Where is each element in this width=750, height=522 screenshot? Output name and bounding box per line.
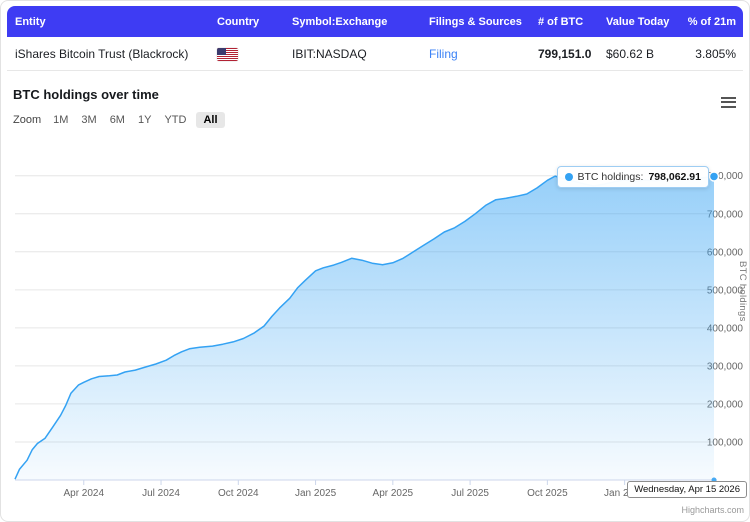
svg-text:Apr 2025: Apr 2025 [373,488,414,499]
btc-count-value: 799,151.0 [538,46,592,61]
zoom-1y-button[interactable]: 1Y [135,112,154,128]
series-marker-icon [565,173,574,181]
tooltip-label: BTC holdings: [577,171,644,183]
col-num-btc: # of BTC [538,15,584,28]
symbol-exchange-value: IBIT:NASDAQ [292,46,367,61]
country-cell [209,46,284,61]
chart-tooltip: BTC holdings: 798,062.91 [557,166,709,188]
svg-text:Jul 2024: Jul 2024 [142,488,180,499]
chart-context-menu-icon[interactable] [721,94,736,110]
col-value-today: Value Today [606,15,670,28]
menu-bar [721,105,736,108]
col-entity: Entity [15,15,46,28]
chart-title: BTC holdings over time [13,87,159,102]
col-country: Country [217,15,260,28]
svg-text:Jul 2025: Jul 2025 [451,488,489,499]
menu-bar [721,101,736,103]
filing-link[interactable]: Filing [429,47,458,61]
col-symbol-exchange: Symbol:Exchange [292,15,388,28]
flag-canton [217,47,226,55]
btc-holdings-area-chart[interactable]: 100,000200,000300,000400,000500,000600,0… [1,136,750,522]
svg-text:Jan 2025: Jan 2025 [295,488,337,499]
col-filings-sources: Filings & Sources [429,15,522,28]
table-header-row: Entity Country Symbol:Exchange Filings &… [7,6,743,37]
value-today-value: $60.62 B [606,46,655,61]
svg-text:Oct 2024: Oct 2024 [218,488,259,499]
filing-cell: Filing [421,47,530,61]
zoom-1m-button[interactable]: 1M [50,112,71,128]
us-flag-icon [217,47,238,61]
btc-treasuries-dashboard: Entity Country Symbol:Exchange Filings &… [0,0,750,522]
tooltip-value: 798,062.91 [648,171,701,183]
entity-table: Entity Country Symbol:Exchange Filings &… [7,6,743,71]
highcharts-credit[interactable]: Highcharts.com [681,505,744,515]
svg-text:Oct 2025: Oct 2025 [527,488,568,499]
range-selector: Zoom 1M 3M 6M 1Y YTD All [13,112,225,128]
yaxis-title: BTC holdings [737,261,748,322]
menu-bar [721,96,736,99]
zoom-all-button[interactable]: All [196,112,225,128]
col-pct-21m: % of 21m [687,15,736,28]
zoom-6m-button[interactable]: 6M [107,112,128,128]
zoom-label: Zoom [13,114,42,126]
svg-text:Apr 2024: Apr 2024 [63,488,104,499]
zoom-3m-button[interactable]: 3M [78,112,99,128]
crosshair-date-label: Wednesday, Apr 15 2026 [627,481,747,498]
entity-name: iShares Bitcoin Trust (Blackrock) [15,46,189,61]
table-row[interactable]: iShares Bitcoin Trust (Blackrock) IBIT:N… [7,37,743,71]
pct-21m-value: 3.805% [695,46,736,61]
zoom-ytd-button[interactable]: YTD [161,112,189,128]
